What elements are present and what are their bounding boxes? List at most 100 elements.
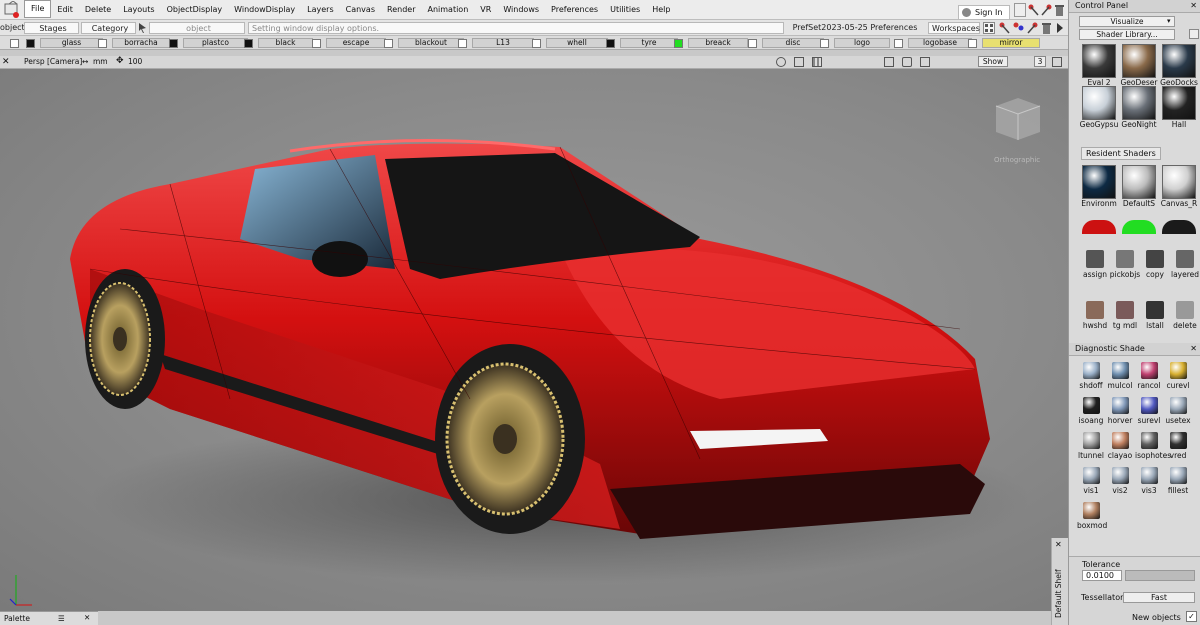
shader-eval-2[interactable]: Eval 2 (1079, 44, 1119, 87)
menu-vr[interactable]: VR (474, 0, 497, 20)
tolerance-field[interactable]: 0.0100 (1082, 570, 1122, 581)
layer-visibility-toggle[interactable] (458, 39, 467, 48)
palette-list-icon[interactable]: ☰ (58, 614, 65, 623)
shader-geodeser[interactable]: GeoDeser (1119, 44, 1159, 87)
menu-windows[interactable]: Windows (497, 0, 545, 20)
layer-visibility-toggle[interactable] (532, 39, 541, 48)
view-cube[interactable] (992, 94, 1044, 142)
layer-visibility-toggle[interactable] (968, 39, 977, 48)
diagnostic-isoang[interactable]: isoang (1077, 397, 1105, 425)
zoom-value[interactable]: 100 (128, 57, 142, 66)
diagnostic-fillest[interactable]: fillest (1164, 467, 1192, 495)
layer-visibility-toggle[interactable] (606, 39, 615, 48)
layer-L13[interactable]: L13 (472, 38, 534, 48)
menu-canvas[interactable]: Canvas (340, 0, 381, 20)
viewport-close-icon[interactable]: ✕ (2, 57, 10, 67)
menu-layers[interactable]: Layers (301, 0, 339, 20)
pickobjs-tool-button[interactable]: pickobjs (1109, 250, 1141, 279)
menu-objectdisplay[interactable]: ObjectDisplay (161, 0, 229, 20)
diagnostic-vred[interactable]: vred (1164, 432, 1192, 460)
layer-mirror[interactable]: mirror (982, 38, 1040, 48)
layer-black[interactable]: black (258, 38, 313, 48)
layer-logo[interactable]: logo (834, 38, 890, 48)
layer-visibility-toggle[interactable] (169, 39, 178, 48)
panel-close-icon[interactable]: ✕ (1190, 0, 1197, 12)
diagnostic-ltunnel[interactable]: ltunnel (1077, 432, 1105, 460)
shader-geodocks[interactable]: GeoDocks (1159, 44, 1199, 87)
layer-all-toggle[interactable] (10, 39, 19, 48)
layer-visibility-toggle[interactable] (820, 39, 829, 48)
shader-geonight[interactable]: GeoNight (1119, 86, 1159, 129)
diagnostic-surevl[interactable]: surevl (1135, 397, 1163, 425)
diagnostic-vis1[interactable]: vis1 (1077, 467, 1105, 495)
diagnostic-shdoff[interactable]: shdoff (1077, 362, 1105, 390)
category-dropdown[interactable]: Category (81, 22, 136, 34)
menu-render[interactable]: Render (381, 0, 421, 20)
tessellator-dropdown[interactable]: Fast (1123, 592, 1195, 603)
tolerance-slider[interactable] (1125, 570, 1195, 581)
frame-icon-3[interactable] (884, 57, 894, 67)
menu-animation[interactable]: Animation (421, 0, 474, 20)
frame-icon-2[interactable] (812, 57, 822, 67)
prefset-label[interactable]: PrefSet2023-05-25 Preferences (786, 22, 924, 34)
sign-in-button[interactable]: Sign In (958, 5, 1010, 20)
layer-borracha[interactable]: borracha (112, 38, 170, 48)
diagnostic-isophotes[interactable]: isophotes (1135, 432, 1171, 460)
library-scroll-icon[interactable] (1189, 29, 1199, 39)
scroll-right-icon[interactable] (1055, 22, 1065, 34)
diagnostic-curevl[interactable]: curevl (1164, 362, 1192, 390)
lstall-tool-button[interactable]: lstall (1139, 301, 1171, 330)
shader-hall[interactable]: Hall (1159, 86, 1199, 129)
assign-tool-button[interactable]: assign (1079, 250, 1111, 279)
shader-library-button[interactable]: Shader Library... (1079, 29, 1175, 40)
shader-environm[interactable]: Environm (1079, 165, 1119, 208)
layer-tyre[interactable]: tyre (620, 38, 678, 48)
layer-visibility-toggle[interactable] (244, 39, 253, 48)
diagnostic-boxmod[interactable]: boxmod (1077, 502, 1107, 530)
layer-plastco[interactable]: plastco (183, 38, 248, 48)
maximize-icon[interactable] (1052, 57, 1062, 67)
diagnostic-clayao[interactable]: clayao (1106, 432, 1134, 460)
delete-tool-button[interactable]: delete (1169, 301, 1200, 330)
camera-label[interactable]: Persp [Camera] (24, 57, 82, 66)
layer-disc[interactable]: disc (762, 38, 824, 48)
menu-help[interactable]: Help (646, 0, 676, 20)
tg-mdl-tool-button[interactable]: tg mdl (1109, 301, 1141, 330)
layer-glass[interactable]: glass (40, 38, 103, 48)
workspaces-button[interactable]: Workspaces (928, 22, 980, 34)
show-button[interactable]: Show (978, 56, 1008, 67)
tool-a-icon[interactable] (1014, 3, 1026, 17)
grid-icon[interactable] (983, 22, 995, 34)
page-number[interactable]: 3 (1034, 56, 1046, 67)
app-logo-icon[interactable] (0, 0, 24, 20)
pin-multi-icon[interactable] (1012, 22, 1024, 34)
menu-windowdisplay[interactable]: WindowDisplay (228, 0, 301, 20)
default-shelf-tab[interactable]: ✕ Default Shelf (1051, 538, 1068, 625)
resident-shaders-tab[interactable]: Resident Shaders (1081, 147, 1161, 160)
diagnostic-usetex[interactable]: usetex (1164, 397, 1192, 425)
layer-visibility-toggle[interactable] (894, 39, 903, 48)
resident-shader-swatch[interactable] (1082, 220, 1116, 234)
palette-bar[interactable]: Palette ☰ ✕ (0, 611, 98, 625)
menu-edit[interactable]: Edit (51, 0, 79, 20)
layer-blackout[interactable]: blackout (398, 38, 464, 48)
layer-visibility-toggle[interactable] (98, 39, 107, 48)
pick-icon[interactable] (138, 22, 148, 34)
diagnostic-mulcol[interactable]: mulcol (1106, 362, 1134, 390)
layer-whell[interactable]: whell (546, 38, 608, 48)
object-field[interactable]: object (149, 22, 245, 34)
layer-visibility-toggle[interactable] (384, 39, 393, 48)
frame-icon-1[interactable] (794, 57, 804, 67)
diagnostic-close-icon[interactable]: ✕ (1190, 343, 1197, 355)
layer-visibility-toggle[interactable] (312, 39, 321, 48)
diagnostic-vis3[interactable]: vis3 (1135, 467, 1163, 495)
copy-tool-button[interactable]: copy (1139, 250, 1171, 279)
shader-geogypsu[interactable]: GeoGypsu (1079, 86, 1119, 129)
layer-escape[interactable]: escape (326, 38, 386, 48)
palette-close-icon[interactable]: ✕ (84, 613, 90, 622)
tool-c-icon[interactable] (1041, 4, 1052, 16)
move-icon[interactable]: ✥ (116, 56, 124, 66)
menu-layouts[interactable]: Layouts (117, 0, 160, 20)
diagnostic-horver[interactable]: horver (1106, 397, 1134, 425)
tool-b-icon[interactable] (1028, 4, 1039, 16)
